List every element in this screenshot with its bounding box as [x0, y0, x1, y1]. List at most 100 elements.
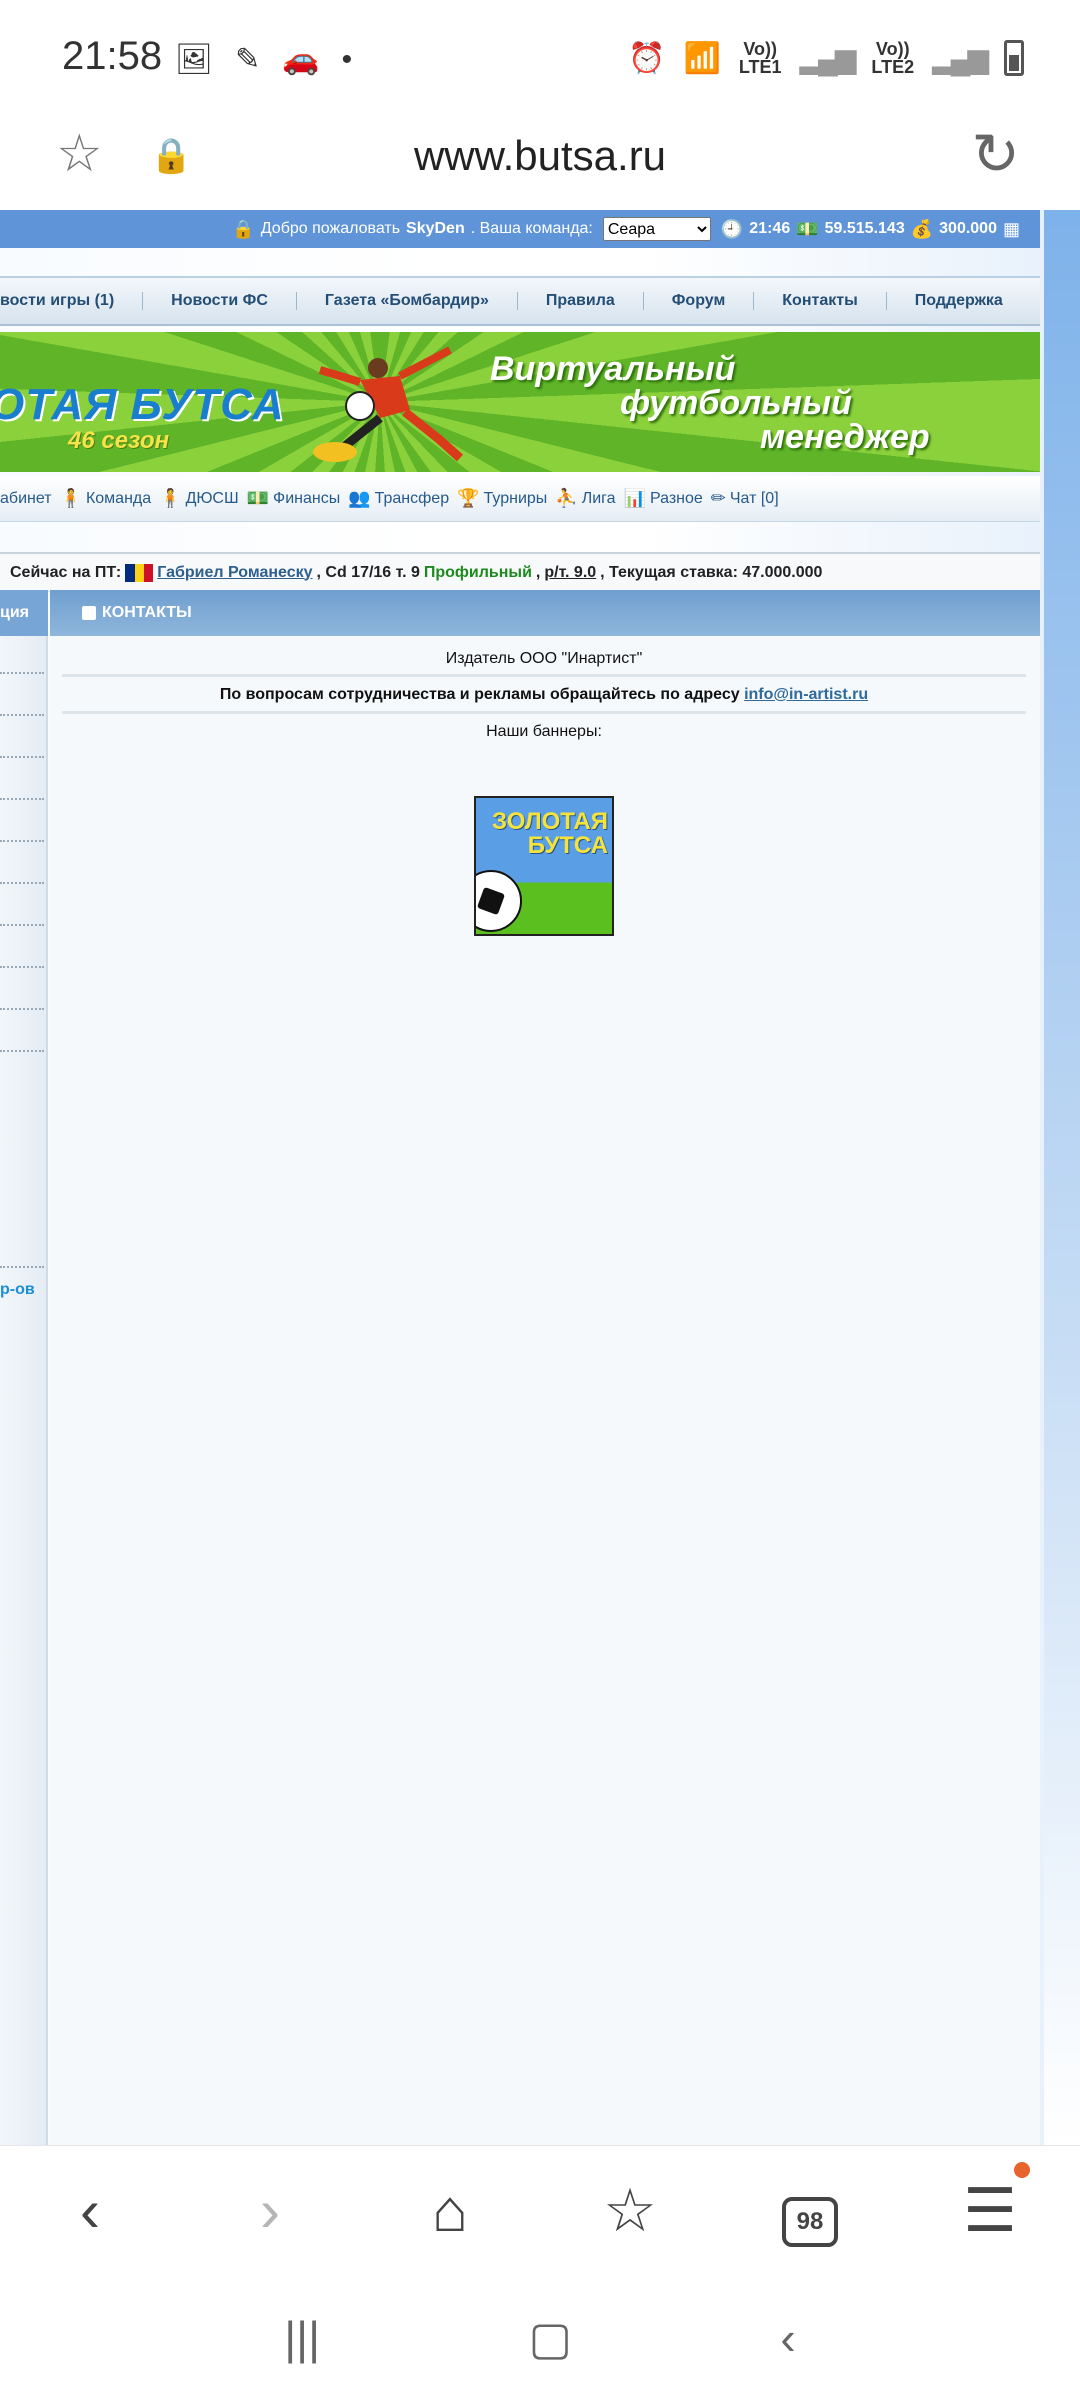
- nav-support[interactable]: Поддержка: [887, 292, 1031, 310]
- submenu-tournaments[interactable]: 🏆 Турниры: [457, 488, 547, 509]
- web-viewport: 🔒 Добро пожаловать SkyDen . Ваша команда…: [0, 210, 1080, 2145]
- contacts-header: КОНТАКТЫ: [50, 590, 1040, 636]
- left-item[interactable]: [0, 672, 44, 674]
- left-item[interactable]: [0, 1050, 44, 1052]
- player-rating[interactable]: р/т. 9.0: [544, 564, 596, 582]
- ball-icon: [476, 870, 522, 932]
- info-prefix: Сейчас на ПТ:: [10, 563, 122, 581]
- network-2: Vo)) LTE2: [871, 39, 915, 77]
- left-link[interactable]: р-ов: [0, 1281, 35, 1299]
- player-position: , Cd 17/16 т. 9: [316, 563, 420, 581]
- forward-button[interactable]: ›: [210, 2176, 330, 2245]
- banners-label: Наши баннеры:: [486, 723, 602, 740]
- finance-icon: 💵: [246, 488, 270, 508]
- submenu-team[interactable]: 🧍 Команда: [60, 488, 152, 509]
- bookmarks-button[interactable]: ☆: [570, 2176, 690, 2246]
- submenu-league[interactable]: ⛹ Лига: [555, 488, 615, 509]
- youth-icon: 🧍: [159, 488, 182, 508]
- calculator-icon[interactable]: ▦: [1003, 219, 1020, 240]
- email-link[interactable]: info@in-artist.ru: [744, 686, 868, 703]
- site-banner[interactable]: ОТАЯ БУТСА 46 сезон Виртуальный футбольн…: [0, 332, 1040, 472]
- submenu-chat[interactable]: ✏ Чат [0]: [711, 488, 779, 509]
- submenu-youth[interactable]: 🧍 ДЮСШ: [159, 488, 238, 509]
- trophy-icon: 🏆: [457, 488, 480, 508]
- left-item[interactable]: [0, 840, 44, 842]
- team-select[interactable]: Сеара: [602, 217, 711, 241]
- left-item[interactable]: [0, 1266, 44, 1268]
- menu-button[interactable]: ☰: [930, 2161, 1050, 2246]
- left-item[interactable]: [0, 1008, 44, 1010]
- alarm-icon: ⏰: [628, 41, 666, 75]
- separator: [62, 674, 1026, 677]
- left-column: р-ов: [0, 636, 48, 2145]
- left-column-header: ция: [0, 590, 48, 636]
- submenu-transfer[interactable]: 👥 Трансфер: [348, 488, 449, 509]
- pen-icon: ✎: [235, 43, 261, 76]
- status-left-icons: 🖼 ✎ 🚗 •: [175, 42, 352, 77]
- team-icon: 🧍: [59, 488, 82, 508]
- system-nav-bar: ||| ▢ ‹: [0, 2275, 1080, 2400]
- nav-contacts[interactable]: Контакты: [754, 292, 887, 310]
- nav-fs-news[interactable]: Новости ФС: [143, 292, 297, 310]
- left-item[interactable]: [0, 714, 44, 716]
- username[interactable]: SkyDen: [406, 220, 465, 238]
- current-bid: , Текущая ставка: 47.000.000: [600, 563, 823, 581]
- team-label: . Ваша команда:: [470, 220, 593, 237]
- reload-icon[interactable]: ↻: [971, 120, 1020, 188]
- welcome-text: Добро пожаловать: [260, 220, 401, 237]
- page-gutter: [1044, 210, 1080, 2145]
- player-link[interactable]: Габриел Романеску: [157, 564, 312, 582]
- bank-icon: 💰: [910, 218, 934, 239]
- chat-icon: ✏: [710, 488, 726, 508]
- contacts-title: КОНТАКТЫ: [102, 604, 192, 621]
- submenu-finance[interactable]: 💵 Финансы: [247, 488, 341, 509]
- address-bar: ☆ 🔒 www.butsa.ru ↻: [0, 118, 1080, 210]
- info-sep: ,: [535, 563, 541, 581]
- recent-apps-button[interactable]: |||: [284, 2311, 320, 2365]
- cooperation-row: По вопросам сотрудничества и рекламы обр…: [62, 686, 1026, 704]
- back-button[interactable]: ‹: [30, 2176, 150, 2245]
- left-item[interactable]: [0, 756, 44, 758]
- separator: [62, 711, 1026, 714]
- left-item[interactable]: [0, 882, 44, 884]
- signal-1-icon: ▂▄▆: [799, 42, 857, 74]
- left-item[interactable]: [0, 966, 44, 968]
- nav-newspaper[interactable]: Газета «Бомбардир»: [297, 292, 518, 310]
- publisher-text: Издатель ООО "Инартист": [445, 650, 643, 667]
- left-item[interactable]: [0, 798, 44, 800]
- banner-thumb-text: ЗОЛОТАЯ БУТСА: [491, 808, 608, 859]
- home-system-button[interactable]: ▢: [529, 2311, 572, 2365]
- nav-game-news[interactable]: вости игры (1): [0, 292, 144, 310]
- lock-badge-icon: 🔒: [232, 218, 255, 239]
- top-welcome-bar: 🔒 Добро пожаловать SkyDen . Ваша команда…: [0, 210, 1040, 248]
- submenu-misc[interactable]: 📊 Разное: [624, 488, 703, 509]
- dot-icon: •: [341, 42, 353, 76]
- league-icon: ⛹: [555, 488, 578, 508]
- back-system-button[interactable]: ‹: [780, 2311, 795, 2365]
- left-item[interactable]: [0, 924, 44, 926]
- nav-rules[interactable]: Правила: [518, 292, 644, 310]
- image-icon: 🖼: [175, 43, 214, 76]
- tabs-button[interactable]: 98: [750, 2174, 870, 2247]
- browser-toolbar: ‹ › ⌂ ☆ 98 ☰: [0, 2145, 1080, 2275]
- transfer-info-line: Сейчас на ПТ: Габриел Романеску , Cd 17/…: [0, 554, 1040, 592]
- signal-2-icon: ▂▄▆: [932, 42, 989, 74]
- status-right-icons: ⏰ 📶 Vo)) LTE1 ▂▄▆ Vo)) LTE2 ▂▄▆: [628, 40, 1024, 76]
- money-balance: 59.515.143: [824, 220, 905, 237]
- banner-title: ОТАЯ БУТСА: [0, 380, 285, 429]
- contacts-content: Издатель ООО "Инартист" По вопросам сотр…: [50, 636, 1040, 2145]
- url-field[interactable]: www.butsa.ru: [0, 132, 1080, 180]
- battery-icon: [1004, 40, 1024, 76]
- sub-menu: абинет 🧍 Команда 🧍 ДЮСШ 💵 Финансы 👥 Трансфер…: [0, 476, 1040, 522]
- status-time: 21:58: [62, 34, 163, 78]
- status-bar: 21:58 🖼 ✎ 🚗 • ⏰ 📶 Vo)) LTE1 ▂▄▆ Vo)) LTE…: [0, 0, 1080, 118]
- home-button[interactable]: ⌂: [390, 2176, 510, 2245]
- main-nav: вости игры (1) Новости ФС Газета «Бомбар…: [0, 276, 1040, 326]
- site-banner-thumbnail[interactable]: ЗОЛОТАЯ БУТСА: [474, 796, 614, 936]
- banner-season: 46 сезон: [68, 427, 170, 454]
- wifi-icon: 📶: [683, 41, 721, 75]
- chart-icon: 📊: [623, 488, 646, 508]
- submenu-cabinet[interactable]: абинет: [0, 490, 52, 508]
- notification-dot: [1014, 2161, 1030, 2178]
- nav-forum[interactable]: Форум: [644, 292, 755, 310]
